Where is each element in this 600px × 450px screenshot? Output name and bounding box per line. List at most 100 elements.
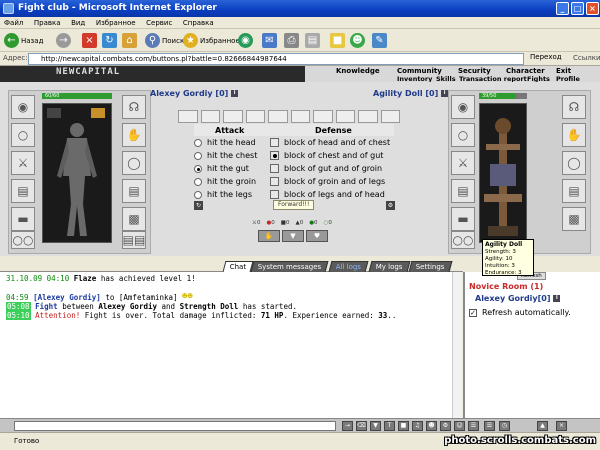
shield-slot[interactable]: ◯ (122, 151, 146, 175)
menu-view[interactable]: Вид (67, 17, 89, 29)
defense-option-head-chest[interactable]: block of head and of chest (270, 138, 390, 147)
favorites-button[interactable]: ★ Избранное (183, 32, 240, 49)
belt-slot-7[interactable] (313, 110, 333, 123)
earring-slot[interactable]: ○ (11, 123, 35, 147)
belt-slot-5[interactable] (268, 110, 288, 123)
defense-option-chest-gut[interactable]: block of chest and of gut (270, 151, 383, 160)
chat-user[interactable]: Strength Doll (180, 302, 239, 311)
attack-radio[interactable] (194, 138, 202, 147)
mail-button[interactable]: ✉ (262, 32, 277, 49)
enemy-name[interactable]: Agility Doll [0] i (373, 89, 449, 98)
attack-radio[interactable] (194, 177, 202, 186)
sound-button[interactable]: ♫ (412, 421, 423, 431)
forward-nav-button[interactable]: → (56, 32, 71, 49)
info-icon[interactable]: i (553, 295, 561, 302)
heal-action-button[interactable]: ♥ (306, 230, 328, 242)
defense-radio[interactable] (270, 190, 279, 199)
player-name[interactable]: Alexey Gordiy [0] i (150, 89, 239, 98)
maximize-button[interactable]: □ (571, 2, 584, 15)
friends-button[interactable]: ☻ (426, 421, 437, 431)
ring-slots[interactable]: ○○ (11, 231, 35, 249)
clear-button[interactable]: ⌫ (356, 421, 367, 431)
belt-slot-1[interactable] (178, 110, 198, 123)
media-button[interactable]: ◉ (238, 32, 253, 49)
home-button[interactable]: ⌂ (122, 32, 137, 49)
minimize-button[interactable]: _ (556, 2, 569, 15)
defense-radio[interactable] (270, 164, 279, 173)
pants-slot[interactable]: ▤ (122, 179, 146, 203)
belt-slot-6[interactable] (290, 110, 310, 123)
refresh-button[interactable]: ↻ (102, 32, 117, 49)
tab-system-messages[interactable]: System messages (250, 261, 329, 272)
belt-slot-9[interactable] (358, 110, 378, 123)
belt-slot-2[interactable] (200, 110, 220, 123)
weapon-slot[interactable]: ⚔ (11, 151, 35, 175)
chat-menu-button[interactable]: ☰ (484, 421, 495, 431)
close-button[interactable]: × (586, 2, 599, 15)
chat-input[interactable] (14, 421, 336, 431)
folder-button[interactable]: ■ (330, 32, 345, 49)
close-chat-button[interactable]: × (556, 421, 567, 431)
attack-radio[interactable] (194, 151, 202, 160)
chat-user[interactable]: Flaze (74, 274, 97, 283)
attack-option-head[interactable]: hit the head (194, 138, 256, 147)
filter-button[interactable]: ▼ (370, 421, 381, 431)
attack-option-gut[interactable]: hit the gut (194, 164, 249, 173)
attack-radio[interactable] (194, 164, 202, 173)
extra-slots[interactable]: ▤▤ (122, 231, 146, 249)
belt-slot-3[interactable] (223, 110, 243, 123)
defend-action-button[interactable]: ▼ (282, 230, 304, 242)
amulet-slot[interactable]: ☊ (122, 95, 146, 119)
attack-action-button[interactable]: ✋ (258, 230, 280, 242)
attack-option-groin[interactable]: hit the groin (194, 177, 256, 186)
links-button[interactable]: Ссылки (573, 54, 600, 62)
room-member[interactable]: Alexey Gordiy[0] i (475, 294, 561, 303)
bag-button[interactable]: ▲ (537, 421, 548, 431)
defense-radio[interactable] (270, 177, 279, 186)
go-button[interactable]: Переход (530, 53, 562, 61)
menu-favorites[interactable]: Избранное (92, 17, 140, 29)
defense-radio[interactable] (270, 151, 279, 160)
auto-refresh-checkbox[interactable]: ✓ (469, 308, 477, 317)
private-button[interactable]: ■ (398, 421, 409, 431)
history-button[interactable]: ☰ (468, 421, 479, 431)
edit-button[interactable]: ▤ (305, 32, 320, 49)
nav-exit[interactable]: Exit (556, 67, 571, 75)
print-button[interactable]: ⎙ (284, 32, 299, 49)
back-button[interactable]: ← Назад (4, 32, 43, 49)
belt-slot[interactable]: ▬ (11, 207, 35, 231)
belt-slot-10[interactable] (380, 110, 400, 123)
belt-slot-4[interactable] (245, 110, 265, 123)
chat-scrollbar[interactable] (452, 272, 462, 418)
nav-security[interactable]: Security (458, 67, 491, 75)
options-icon[interactable]: ⚙ (386, 201, 395, 210)
search-button[interactable]: ⚲ Поиск (145, 32, 184, 49)
chat-user[interactable]: Alexey Gordiy (98, 302, 157, 311)
send-button[interactable]: → (342, 421, 353, 431)
stop-button[interactable]: × (82, 32, 97, 49)
address-input[interactable]: http://newcapital.combats.com/buttons.pl… (28, 53, 524, 65)
defense-option-legs-head[interactable]: block of legs and of head (270, 190, 385, 199)
menu-tools[interactable]: Сервис (142, 17, 176, 29)
tab-chat[interactable]: Chat (222, 261, 254, 272)
messenger-button[interactable]: ☻ (350, 32, 365, 49)
translit-button[interactable]: T (384, 421, 395, 431)
tab-my-logs[interactable]: My logs (368, 261, 411, 272)
armor-slot[interactable]: ▤ (11, 179, 35, 203)
fight-link[interactable]: Fight (35, 302, 58, 311)
info-icon[interactable]: i (441, 90, 449, 97)
smiley-button[interactable]: ☺ (454, 421, 465, 431)
menu-file[interactable]: Файл (0, 17, 27, 29)
menu-edit[interactable]: Правка (30, 17, 65, 29)
nav-character[interactable]: Character (506, 67, 545, 75)
defense-option-groin-legs[interactable]: block of groin and of legs (270, 177, 385, 186)
boots-slot[interactable]: ▩ (122, 207, 146, 231)
nav-knowledge[interactable]: Knowledge (336, 67, 380, 75)
attack-option-legs[interactable]: hit the legs (194, 190, 252, 199)
attack-option-chest[interactable]: hit the chest (194, 151, 257, 160)
belt-slot-8[interactable] (335, 110, 355, 123)
clock-button[interactable]: ◷ (499, 421, 510, 431)
nav-community[interactable]: Community (397, 67, 442, 75)
refresh-battle-icon[interactable]: ↻ (194, 201, 203, 210)
chat-user[interactable]: [Alexey Gordiy] (33, 293, 101, 302)
